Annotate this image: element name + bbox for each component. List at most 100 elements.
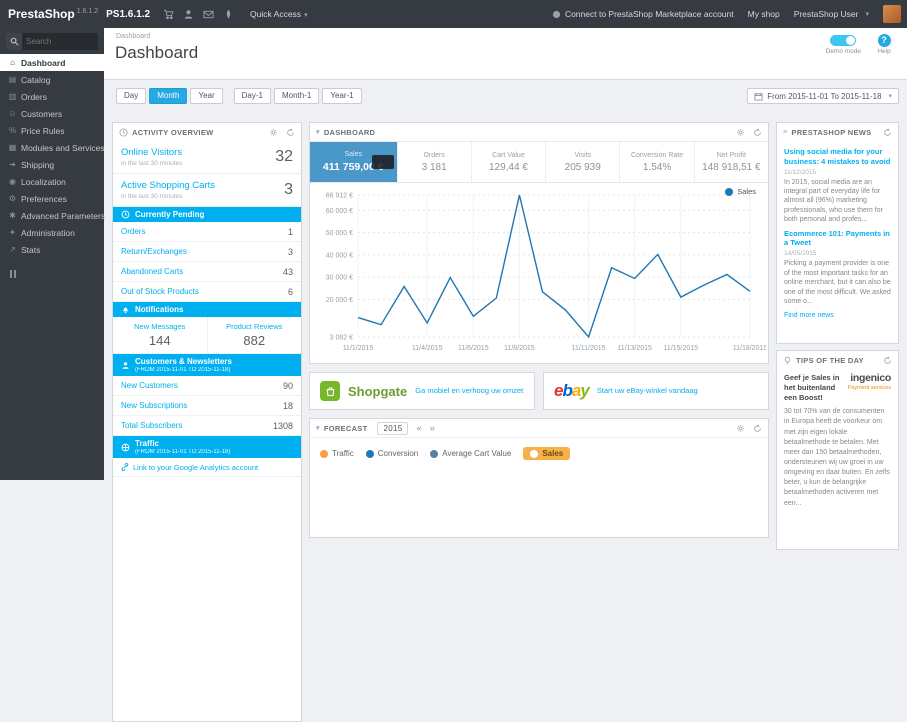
sidebar-item-localization[interactable]: ◉ Localization bbox=[0, 173, 104, 190]
demo-mode-toggle[interactable] bbox=[830, 35, 857, 46]
shopgate-link[interactable]: Ga mobiel en verhoog uw omzet bbox=[415, 386, 523, 396]
kpi-cart-value[interactable]: Cart Value 129,44 € bbox=[472, 142, 547, 182]
online-visitors-row[interactable]: Online Visitors in the last 30 minutes 3… bbox=[113, 141, 301, 174]
google-analytics-link[interactable]: Link to your Google Analytics account bbox=[133, 463, 293, 472]
forecast-year-select[interactable]: 2015 bbox=[377, 421, 409, 435]
demo-mode-label: Demo mode bbox=[825, 48, 861, 55]
news-refresh-icon[interactable] bbox=[883, 128, 892, 137]
pending-row-orders[interactable]: Orders 1 bbox=[113, 222, 301, 242]
message-icon[interactable] bbox=[198, 0, 218, 28]
collapse-caret-icon[interactable]: ▾ bbox=[316, 424, 320, 432]
search-input[interactable] bbox=[22, 37, 98, 46]
row-label[interactable]: Out of Stock Products bbox=[121, 287, 288, 296]
clock-icon bbox=[121, 210, 130, 219]
product-reviews-cell[interactable]: Product Reviews 882 bbox=[206, 317, 302, 353]
my-shop-link[interactable]: My shop bbox=[748, 9, 780, 19]
prestashop-logo[interactable]: PrestaShop 1.6.1.2 bbox=[0, 7, 106, 21]
forecast-toggle-sales[interactable]: Sales bbox=[523, 447, 571, 460]
row-label[interactable]: Total Subscribers bbox=[121, 421, 273, 430]
range-day-button[interactable]: Day bbox=[116, 88, 147, 104]
ebay-link[interactable]: Start uw eBay-winkel vandaag bbox=[597, 386, 698, 396]
user-menu[interactable]: PrestaShop User ▾ bbox=[794, 9, 869, 19]
date-range-picker[interactable]: From 2015-11-01 To 2015-11-18 ▾ bbox=[747, 88, 899, 104]
quick-access-menu[interactable]: Quick Access ▾ bbox=[238, 9, 320, 19]
activity-refresh-icon[interactable] bbox=[286, 128, 295, 137]
sidebar-item-administration[interactable]: ✦ Administration bbox=[0, 224, 104, 241]
customers-row-total-subscribers[interactable]: Total Subscribers 1308 bbox=[113, 416, 301, 436]
google-analytics-row[interactable]: Link to your Google Analytics account bbox=[113, 458, 301, 477]
pending-row-returns[interactable]: Return/Exchanges 3 bbox=[113, 242, 301, 262]
cart-icon[interactable] bbox=[158, 0, 178, 28]
chart-legend[interactable]: Sales bbox=[725, 187, 756, 196]
row-value: 18 bbox=[282, 400, 293, 411]
shopgate-logo-text[interactable]: Shopgate bbox=[348, 384, 407, 399]
kpi-net-profit[interactable]: Net Profit 148 918,51 € bbox=[695, 142, 768, 182]
shop-name-link[interactable]: PS1.6.1.2 bbox=[106, 9, 150, 20]
forecast-toggle-average-cart-value[interactable]: Average Cart Value bbox=[430, 449, 511, 458]
new-messages-cell[interactable]: New Messages 144 bbox=[113, 317, 207, 353]
marketplace-link[interactable]: Connect to PrestaShop Marketplace accoun… bbox=[552, 9, 734, 19]
sidebar-item-modules[interactable]: ▦ Modules and Services bbox=[0, 139, 105, 156]
help-button[interactable]: ? Help bbox=[871, 34, 897, 55]
range-year-1-button[interactable]: Year-1 bbox=[322, 88, 362, 104]
sidebar-item-catalog[interactable]: ▤ Catalog bbox=[0, 71, 104, 88]
sidebar-item-dashboard[interactable]: ⌂ Dashboard bbox=[0, 54, 104, 71]
cell-label[interactable]: Product Reviews bbox=[210, 322, 300, 331]
row-label[interactable]: Abandoned Carts bbox=[121, 267, 283, 276]
sidebar-search[interactable] bbox=[6, 33, 98, 50]
range-day-1-button[interactable]: Day-1 bbox=[233, 88, 271, 104]
traffic-dot-icon bbox=[320, 449, 328, 458]
kpi-orders[interactable]: Orders 3 181 bbox=[398, 142, 472, 182]
row-label[interactable]: Orders bbox=[121, 227, 288, 236]
dashboard-refresh-icon[interactable] bbox=[753, 128, 762, 137]
kpi-conversion-rate[interactable]: Conversion Rate 1.54% bbox=[620, 142, 695, 182]
forecast-toggle-traffic[interactable]: Traffic bbox=[320, 449, 354, 458]
forecast-prev-button[interactable]: « bbox=[416, 423, 421, 433]
tips-refresh-icon[interactable] bbox=[883, 356, 892, 365]
forecast-settings-icon[interactable] bbox=[736, 424, 745, 433]
range-year-button[interactable]: Year bbox=[190, 88, 223, 104]
activity-settings-icon[interactable] bbox=[269, 128, 278, 137]
kpi-value: 205 939 bbox=[564, 161, 601, 173]
news-article-title[interactable]: Using social media for your business: 4 … bbox=[784, 147, 891, 167]
sidebar-item-stats[interactable]: ↗ Stats bbox=[0, 241, 104, 258]
active-carts-link[interactable]: Active Shopping Carts bbox=[121, 180, 284, 191]
sidebar-item-preferences[interactable]: ⚙ Preferences bbox=[0, 190, 104, 207]
sidebar-item-shipping[interactable]: ➔ Shipping bbox=[0, 156, 104, 173]
customers-row-new-customers[interactable]: New Customers 90 bbox=[113, 376, 301, 396]
pending-row-out-of-stock[interactable]: Out of Stock Products 6 bbox=[113, 282, 301, 302]
sidebar-item-price-rules[interactable]: % Price Rules bbox=[0, 122, 104, 139]
avatar[interactable] bbox=[883, 5, 901, 23]
kpi-visits[interactable]: Visits 205 939 bbox=[546, 142, 621, 182]
cell-label[interactable]: New Messages bbox=[115, 322, 205, 331]
news-article-title[interactable]: Ecommerce 101: Payments in a Tweet bbox=[784, 229, 891, 249]
range-month-1-button[interactable]: Month-1 bbox=[273, 88, 320, 104]
rocket-icon[interactable] bbox=[218, 0, 238, 28]
ingenico-logo[interactable]: ingenico Payment services bbox=[848, 373, 892, 402]
dashboard-settings-icon[interactable] bbox=[736, 128, 745, 137]
news-panel-header: ≡ PRESTASHOP NEWS bbox=[777, 123, 898, 141]
svg-text:11/13/2015: 11/13/2015 bbox=[617, 345, 652, 352]
find-more-news-link[interactable]: Find more news bbox=[784, 312, 834, 319]
row-label[interactable]: Return/Exchanges bbox=[121, 247, 288, 256]
active-carts-row[interactable]: Active Shopping Carts in the last 30 min… bbox=[113, 174, 301, 207]
pending-row-abandoned-carts[interactable]: Abandoned Carts 43 bbox=[113, 262, 301, 282]
sidebar-item-label: Preferences bbox=[21, 193, 67, 204]
customers-row-new-subscriptions[interactable]: New Subscriptions 18 bbox=[113, 396, 301, 416]
forecast-toggle-conversion[interactable]: Conversion bbox=[365, 449, 418, 458]
kpi-sales[interactable]: Sales 411 759,00 € bbox=[310, 142, 398, 182]
collapse-caret-icon[interactable]: ▾ bbox=[316, 128, 320, 136]
sidebar-item-orders[interactable]: ▥ Orders bbox=[0, 88, 104, 105]
forecast-refresh-icon[interactable] bbox=[753, 424, 762, 433]
ebay-logo[interactable]: ebay bbox=[554, 381, 590, 401]
customer-icon[interactable] bbox=[178, 0, 198, 28]
online-visitors-link[interactable]: Online Visitors bbox=[121, 147, 275, 158]
range-month-button[interactable]: Month bbox=[149, 88, 188, 104]
sales-chart-area: 11/1/2015 11/4/2015 11/6/2015 11/8/2015 11/1… bbox=[310, 183, 768, 361]
row-label[interactable]: New Subscriptions bbox=[121, 401, 283, 410]
row-label[interactable]: New Customers bbox=[121, 381, 283, 390]
sidebar-item-advanced-parameters[interactable]: ✱ Advanced Parameters bbox=[0, 207, 105, 224]
sidebar-item-customers[interactable]: ☺ Customers bbox=[0, 105, 104, 122]
sidebar-collapse-button[interactable] bbox=[10, 270, 104, 278]
forecast-next-button[interactable]: » bbox=[430, 423, 435, 433]
